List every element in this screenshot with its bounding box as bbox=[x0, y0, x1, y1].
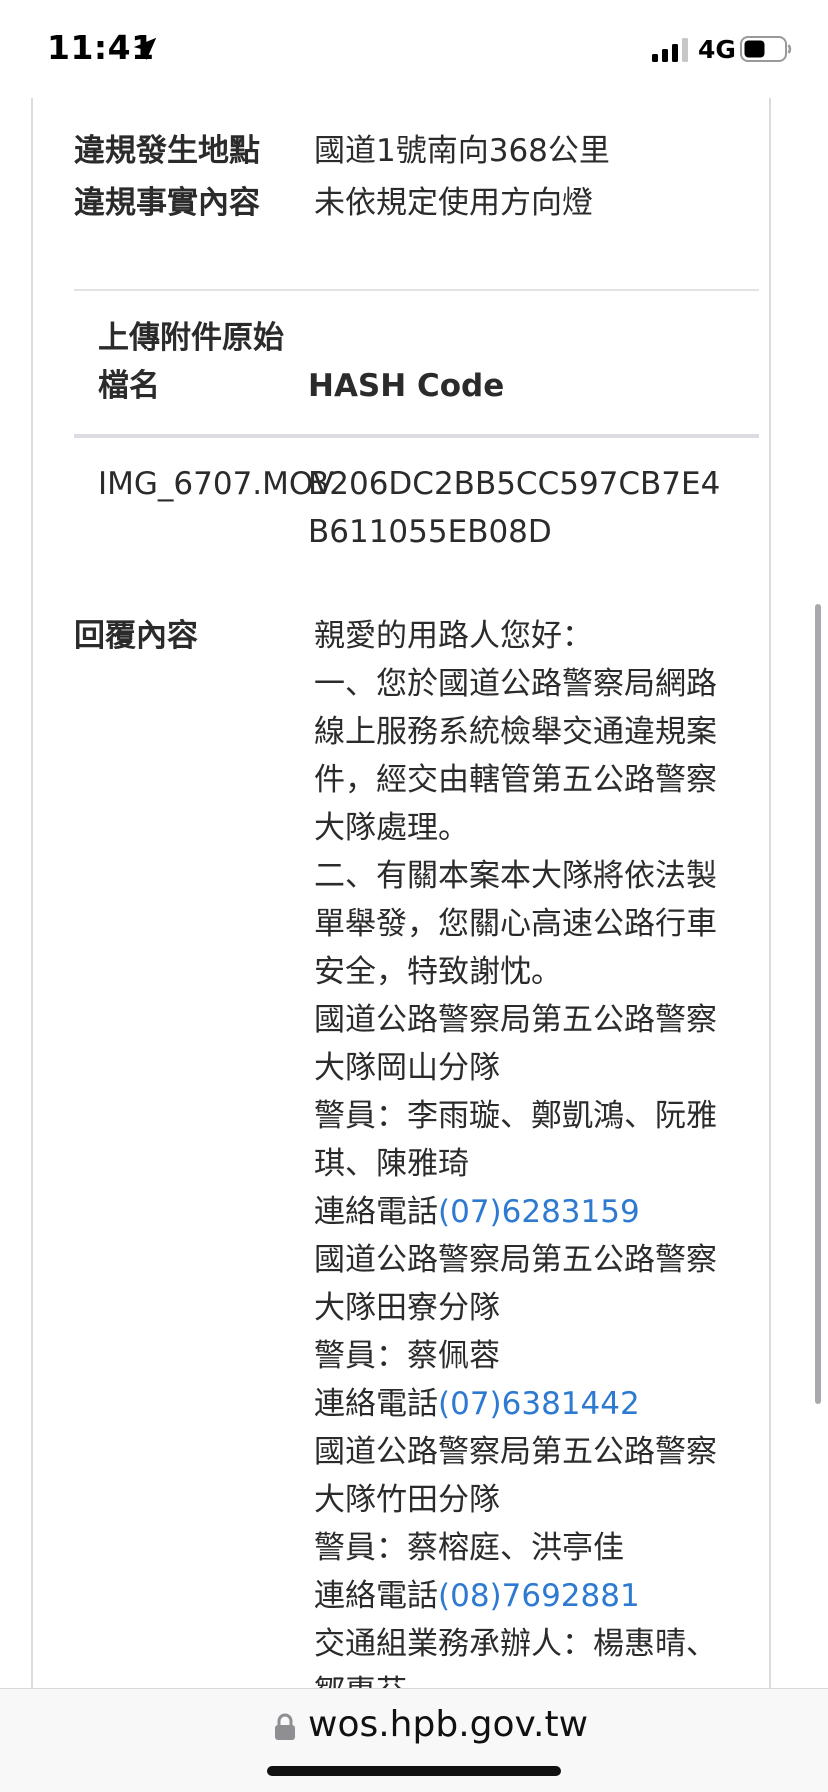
page-scrollbar[interactable] bbox=[815, 604, 821, 1404]
phone-link-tianliao[interactable]: (07)6381442 bbox=[438, 1386, 640, 1422]
reply-line: 大隊田寮分隊 bbox=[314, 1290, 500, 1326]
reply-line: 警員：蔡佩蓉 bbox=[314, 1338, 500, 1374]
reply-line: 琪、陳雅琦 bbox=[314, 1146, 469, 1182]
reply-line: 大隊岡山分隊 bbox=[314, 1050, 500, 1086]
reply-label: 回覆內容 bbox=[74, 618, 198, 654]
reply-line: 大隊竹田分隊 bbox=[314, 1482, 500, 1518]
url-text[interactable]: wos.hpb.gov.tw bbox=[308, 1704, 588, 1745]
reply-line: 警員：李雨璇、鄭凱鴻、阮雅 bbox=[314, 1098, 717, 1134]
reply-line: 交通組業務承辦人：楊惠晴、 bbox=[314, 1626, 717, 1662]
detail-label: 違規發生地點 bbox=[74, 133, 260, 169]
reply-line: 親愛的用路人您好： bbox=[314, 618, 593, 654]
detail-value: 未依規定使用方向燈 bbox=[314, 185, 593, 221]
phone-prefix: 連絡電話 bbox=[314, 1578, 438, 1614]
reply-line: 警員：蔡榕庭、洪亭佳 bbox=[314, 1530, 624, 1566]
phone-prefix: 連絡電話 bbox=[314, 1194, 438, 1230]
case-detail-card: 違規發生地點 國道1號南向368公里 違規事實內容 未依規定使用方向燈 上傳附件… bbox=[31, 98, 771, 1688]
contact-phone-line: 連絡電話(07)6381442 bbox=[314, 1380, 744, 1428]
reply-line: 安全，特致謝忱。 bbox=[314, 954, 562, 990]
reply-line: 件，經交由轄管第五公路警察 bbox=[314, 762, 717, 798]
status-bar: 11:41 4G bbox=[0, 0, 828, 98]
battery-icon bbox=[740, 36, 792, 62]
cellular-signal-icon bbox=[652, 38, 688, 62]
reply-line: 國道公路警察局第五公路警察 bbox=[314, 1434, 717, 1470]
table-header-divider bbox=[74, 434, 759, 438]
reply-line: 大隊處理。 bbox=[314, 810, 469, 846]
browser-address-bar[interactable]: wos.hpb.gov.tw bbox=[0, 1688, 828, 1792]
divider bbox=[74, 289, 759, 291]
phone-prefix: 連絡電話 bbox=[314, 1386, 438, 1422]
contact-phone-line: 連絡電話(08)7692881 bbox=[314, 1572, 744, 1620]
reply-line: 單舉發，您關心高速公路行車 bbox=[314, 906, 717, 942]
location-arrow-icon bbox=[133, 37, 157, 61]
lock-icon bbox=[275, 1713, 295, 1740]
reply-content: 親愛的用路人您好： 一、您於國道公路警察局網路 線上服務系統檢舉交通違規案 件，… bbox=[314, 612, 744, 1688]
reply-line: 一、您於國道公路警察局網路 bbox=[314, 666, 717, 702]
reply-line: 鄒惠芬 bbox=[314, 1668, 744, 1688]
table-header-hash: HASH Code bbox=[308, 368, 505, 404]
home-indicator[interactable] bbox=[267, 1766, 561, 1776]
reply-line: 國道公路警察局第五公路警察 bbox=[314, 1242, 717, 1278]
table-header-filename: 上傳附件原始檔名 bbox=[98, 320, 284, 404]
phone-link-zhutian[interactable]: (08)7692881 bbox=[438, 1578, 640, 1614]
network-type: 4G bbox=[698, 35, 736, 64]
detail-value: 國道1號南向368公里 bbox=[314, 133, 610, 169]
attachment-hash: B206DC2BB5CC597CB7E4B611055EB08D bbox=[308, 466, 721, 550]
reply-line: 線上服務系統檢舉交通違規案 bbox=[314, 714, 717, 750]
detail-label: 違規事實內容 bbox=[74, 185, 260, 221]
attachment-filename: IMG_6707.MOV bbox=[98, 466, 334, 502]
contact-phone-line: 連絡電話(07)6283159 bbox=[314, 1188, 744, 1236]
reply-line: 二、有關本案本大隊將依法製 bbox=[314, 858, 717, 894]
phone-link-gangshan[interactable]: (07)6283159 bbox=[438, 1194, 640, 1230]
reply-line: 國道公路警察局第五公路警察 bbox=[314, 1002, 717, 1038]
